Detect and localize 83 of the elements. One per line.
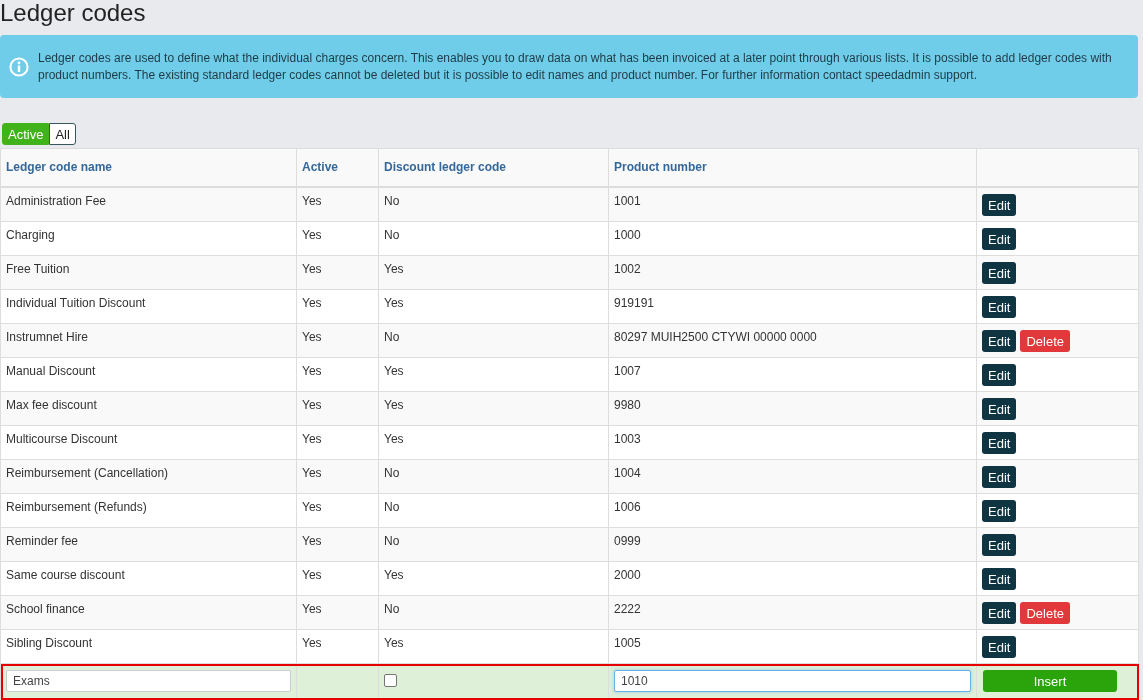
table-cell: 1005 xyxy=(614,636,641,650)
table-cell: Sibling Discount xyxy=(6,636,93,650)
table-cell: Yes xyxy=(302,262,322,276)
table-cell: Administration Fee xyxy=(6,194,107,208)
table-cell: 2000 xyxy=(614,568,641,582)
info-text: Ledger codes are used to define what the individual charges concern. This enables you to draw data on what has been invoiced at a later point through various lists. It is possible to add ledger codes with product numbers. The existing standard ledger codes cannot be deleted but it is possible to edit names and product number. For further information contact speedadmin support. xyxy=(38,49,1112,84)
table-cell: Reimbursement (Cancellation) xyxy=(6,466,169,480)
edit-button[interactable]: Edit xyxy=(982,398,1017,420)
name-input[interactable]: Exams xyxy=(6,670,291,692)
table-cell: Yes xyxy=(384,432,404,446)
edit-button[interactable]: Edit xyxy=(982,228,1017,250)
product-number-input[interactable]: 1010 xyxy=(614,670,971,692)
table-cell: 9980 xyxy=(614,398,641,412)
edit-button[interactable]: Edit xyxy=(982,602,1017,624)
table-cell: 2222 xyxy=(614,602,641,616)
table-cell: Instrumnet Hire xyxy=(6,330,89,344)
table-cell: No xyxy=(384,534,400,548)
table-cell: Reimbursement (Refunds) xyxy=(6,500,147,514)
table-cell: Yes xyxy=(384,262,404,276)
edit-button[interactable]: Edit xyxy=(982,262,1017,284)
table-cell: Yes xyxy=(384,636,404,650)
table-cell: Free Tuition xyxy=(6,262,70,276)
edit-button[interactable]: Edit xyxy=(982,364,1017,386)
info-icon xyxy=(9,56,29,77)
checkbox[interactable] xyxy=(384,674,397,687)
table-cell: Yes xyxy=(302,364,322,378)
edit-button[interactable]: Edit xyxy=(982,534,1017,556)
table-cell: Yes xyxy=(384,398,404,412)
column-header[interactable]: Active xyxy=(302,160,339,174)
table-cell: Max fee discount xyxy=(6,398,97,412)
table-cell: Yes xyxy=(302,330,322,344)
edit-button[interactable]: Edit xyxy=(982,500,1017,522)
edit-button[interactable]: Edit xyxy=(982,432,1017,454)
table-cell: School finance xyxy=(6,602,85,616)
table-cell: Yes xyxy=(384,296,404,310)
table-cell: 1000 xyxy=(614,228,641,242)
table-cell: No xyxy=(384,194,400,208)
table-cell: Same course discount xyxy=(6,568,125,582)
column-header[interactable]: Discount ledger code xyxy=(384,160,507,174)
table-cell: Individual Tuition Discount xyxy=(6,296,146,310)
table-cell: 1006 xyxy=(614,500,641,514)
table-cell: 1001 xyxy=(614,194,641,208)
column-header[interactable]: Ledger code name xyxy=(6,160,113,174)
table-cell: Yes xyxy=(302,432,322,446)
page-title: Ledger codes xyxy=(0,0,146,26)
table-cell: 1002 xyxy=(614,262,641,276)
edit-button[interactable]: Edit xyxy=(982,330,1017,352)
delete-button[interactable]: Delete xyxy=(1020,602,1070,624)
table-cell: Yes xyxy=(384,568,404,582)
table-cell: Yes xyxy=(302,398,322,412)
column-header[interactable]: Product number xyxy=(614,160,707,174)
table-cell: Yes xyxy=(302,466,322,480)
table-cell: Reminder fee xyxy=(6,534,79,548)
table-cell: No xyxy=(384,228,400,242)
table-cell: 1004 xyxy=(614,466,641,480)
table-cell: No xyxy=(384,602,400,616)
table-cell: Yes xyxy=(302,636,322,650)
table-cell: Yes xyxy=(302,500,322,514)
table-cell: 80297 MUIH2500 CTYWI 00000 0000 xyxy=(614,330,817,344)
table-cell: Manual Discount xyxy=(6,364,96,378)
table-cell: Yes xyxy=(384,364,404,378)
table-cell: Yes xyxy=(302,296,322,310)
table-cell: Yes xyxy=(302,194,322,208)
table-cell: 1007 xyxy=(614,364,641,378)
table-cell: No xyxy=(384,500,400,514)
edit-button[interactable]: Edit xyxy=(982,636,1017,658)
table-cell: Charging xyxy=(6,228,55,242)
table-cell: Yes xyxy=(302,534,322,548)
table-cell: No xyxy=(384,330,400,344)
table-cell: 1003 xyxy=(614,432,641,446)
delete-button[interactable]: Delete xyxy=(1020,330,1070,352)
edit-button[interactable]: Edit xyxy=(982,568,1017,590)
filter-toggle[interactable]: All xyxy=(49,123,76,145)
table-cell: Yes xyxy=(302,602,322,616)
table-cell: Yes xyxy=(302,228,322,242)
table-cell: No xyxy=(384,466,400,480)
table-cell: Yes xyxy=(302,568,322,582)
table-cell: 919191 xyxy=(614,296,655,310)
edit-button[interactable]: Edit xyxy=(982,296,1017,318)
table-cell: Multicourse Discount xyxy=(6,432,118,446)
edit-button[interactable]: Edit xyxy=(982,194,1017,216)
edit-button[interactable]: Edit xyxy=(982,466,1017,488)
table-cell: 0999 xyxy=(614,534,641,548)
